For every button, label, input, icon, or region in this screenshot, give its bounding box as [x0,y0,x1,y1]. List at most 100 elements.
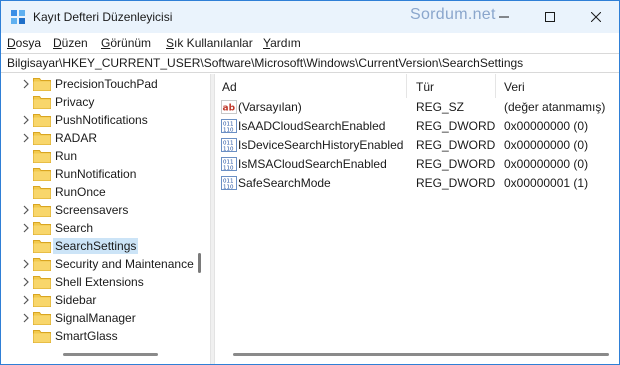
menu-help[interactable]: Yardım [263,36,301,50]
tree-vertical-scrollbar[interactable] [198,253,201,273]
value-name: IsDeviceSearchHistoryEnabled [238,138,404,152]
value-type: REG_DWORD [416,119,496,133]
tree-item-label: PrecisionTouchPad [55,77,158,91]
value-type: REG_DWORD [416,157,496,171]
folder-icon [33,186,51,199]
tree-item[interactable]: Sidebar [1,291,197,309]
maximize-button[interactable] [527,1,573,33]
folder-icon [33,312,51,325]
tree-item[interactable]: RunNotification [1,165,197,183]
column-divider[interactable] [406,74,407,98]
tree-item[interactable]: SmartGlass [1,327,197,345]
value-row[interactable]: 011 110 IsAADCloudSearchEnabled REG_DWORD 0x… [215,117,619,136]
tree-item-label: RADAR [55,131,98,145]
minimize-icon [499,16,509,18]
menu-file[interactable]: Dosya [7,36,41,50]
value-data: (değer atanmamış) [504,100,606,114]
value-name: IsAADCloudSearchEnabled [238,119,386,133]
tree-item[interactable]: SearchSettings [1,237,197,255]
folder-icon [33,96,51,109]
value-type: REG_SZ [416,100,465,114]
key-tree: PrecisionTouchPad Privacy PushNotification… [1,74,209,364]
tree-item[interactable]: Security and Maintenance [1,255,197,273]
tree-horizontal-scrollbar[interactable] [63,353,158,356]
folder-icon [33,150,51,163]
value-row[interactable]: 011 110 IsDeviceSearchHistoryEnabled REG_DW… [215,136,619,155]
folder-icon [33,114,51,127]
tree-item[interactable]: Shell Extensions [1,273,197,291]
value-name: IsMSACloudSearchEnabled [238,157,387,171]
maximize-icon [545,12,555,22]
folder-icon [33,204,51,217]
binary-value-icon: 011110 [221,138,237,152]
tree-item[interactable]: PrecisionTouchPad [1,75,197,93]
chevron-right-icon[interactable] [21,115,31,125]
tree-item[interactable]: SignalManager [1,309,197,327]
svg-text:110: 110 [223,185,234,191]
window-title: Kayıt Defteri Düzenleyicisi [33,10,173,24]
tree-item[interactable]: RunOnce [1,183,197,201]
chevron-right-icon[interactable] [21,223,31,233]
folder-icon [33,258,51,271]
svg-text:110: 110 [223,128,234,134]
menu-view[interactable]: Görünüm [101,36,151,50]
tree-item[interactable]: Search [1,219,197,237]
folder-icon [33,132,51,145]
chevron-right-icon[interactable] [21,133,31,143]
binary-value-icon: 011110 [221,157,237,171]
chevron-right-icon[interactable] [21,295,31,305]
column-header-data[interactable]: Veri [504,80,525,94]
values-list: Ad Tür Veri ab (Varsayılan) REG_SZ (değer a… [215,74,619,364]
folder-icon [33,168,51,181]
registry-editor-icon [11,10,25,24]
svg-text:ab: ab [223,104,236,114]
binary-value-icon: 011110 [221,176,237,190]
column-divider[interactable] [495,74,496,98]
tree-item[interactable]: Run [1,147,197,165]
folder-icon [33,240,51,253]
menu-edit[interactable]: Düzen [53,36,88,50]
tree-item[interactable]: PushNotifications [1,111,197,129]
tree-item-label: SearchSettings [53,238,139,254]
column-header-name[interactable]: Ad [222,80,237,94]
folder-icon [33,330,51,343]
tree-item[interactable]: Screensavers [1,201,197,219]
tree-item-label: Screensavers [55,203,129,217]
folder-icon [33,276,51,289]
value-data: 0x00000001 (1) [504,176,589,190]
minimize-button[interactable] [481,1,527,33]
tree-item-label: RunNotification [55,167,137,181]
tree-item-label: Security and Maintenance [55,257,194,271]
chevron-right-icon[interactable] [21,79,31,89]
tree-item-label: Sidebar [55,293,97,307]
tree-item[interactable]: RADAR [1,129,197,147]
tree-item-label: Run [55,149,78,163]
column-header-type[interactable]: Tür [416,80,434,94]
tree-item-label: PushNotifications [55,113,148,127]
value-data: 0x00000000 (0) [504,157,589,171]
tree-item-label: Search [55,221,94,235]
tree-item-label: SignalManager [55,311,136,325]
value-row[interactable]: ab (Varsayılan) REG_SZ (değer atanmamış) [215,98,619,117]
regedit-window: Kayıt Defteri Düzenleyicisi Sordum.net D… [0,0,620,365]
list-header: Ad Tür Veri [215,74,619,98]
value-name: (Varsayılan) [238,100,302,114]
tree-item-label: Privacy [55,95,95,109]
chevron-right-icon[interactable] [21,277,31,287]
tree-item-label: SmartGlass [55,329,118,343]
values-horizontal-scrollbar[interactable] [233,353,609,356]
address-bar[interactable]: Bilgisayar\HKEY_CURRENT_USER\Software\Mi… [1,53,619,73]
title-bar[interactable]: Kayıt Defteri Düzenleyicisi Sordum.net [1,1,619,33]
address-path[interactable]: Bilgisayar\HKEY_CURRENT_USER\Software\Mi… [7,56,523,70]
tree-item[interactable]: Privacy [1,93,197,111]
chevron-right-icon[interactable] [21,259,31,269]
value-row[interactable]: 011 110 SafeSearchMode REG_DWORD 0x00000001 … [215,174,619,193]
tree-item-label: RunOnce [55,185,106,199]
value-row[interactable]: 011 110 IsMSACloudSearchEnabled REG_DWORD 0x… [215,155,619,174]
menu-favorites[interactable]: Sık Kullanılanlar [166,36,253,50]
svg-text:110: 110 [223,166,234,172]
chevron-right-icon[interactable] [21,313,31,323]
chevron-right-icon[interactable] [21,205,31,215]
value-data: 0x00000000 (0) [504,119,589,133]
close-button[interactable] [573,1,619,33]
